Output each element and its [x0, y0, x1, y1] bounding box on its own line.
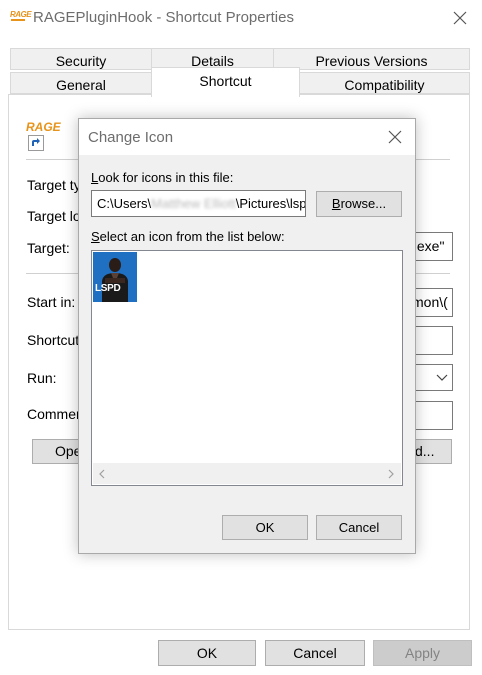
- tab-compatibility[interactable]: Compatibility: [299, 72, 470, 94]
- run-label: Run:: [27, 370, 57, 386]
- dialog-title: Change Icon: [88, 129, 174, 146]
- lspd-icon-text: LSPD: [95, 283, 121, 294]
- scroll-right-icon[interactable]: [387, 469, 395, 479]
- shortcut-icon: RAGE: [26, 120, 66, 152]
- start-in-label: Start in:: [27, 294, 76, 310]
- rage-app-icon: RAGE: [10, 9, 32, 25]
- tab-previous-versions[interactable]: Previous Versions: [273, 48, 470, 70]
- change-icon-dialog: Change Icon Look for icons in this file:…: [78, 118, 416, 554]
- browse-button[interactable]: Browse...: [316, 191, 402, 217]
- tab-shortcut[interactable]: Shortcut: [151, 67, 300, 97]
- dialog-cancel-button[interactable]: Cancel: [316, 515, 402, 540]
- icon-file-path-input[interactable]: C:\Users\Matthew Elliott\Pictures\lsp: [91, 190, 306, 217]
- comment-label: Commen: [27, 406, 84, 422]
- target-location-label: Target lo: [27, 208, 81, 224]
- shortcut-icon-text: RAGE: [26, 120, 61, 134]
- target-type-label: Target ty: [27, 177, 81, 193]
- dialog-close-icon[interactable]: [381, 123, 409, 151]
- window-titlebar: RAGE RAGEPluginHook - Shortcut Propertie…: [0, 0, 482, 36]
- rage-app-icon-text: RAGE: [10, 10, 32, 19]
- close-icon[interactable]: [446, 4, 474, 32]
- apply-button[interactable]: Apply: [373, 640, 472, 666]
- select-icon-label: Select an icon from the list below:: [91, 229, 285, 244]
- horizontal-scrollbar[interactable]: [93, 463, 401, 484]
- window-title: RAGEPluginHook - Shortcut Properties: [33, 9, 294, 26]
- icon-list[interactable]: LSPD: [91, 250, 403, 486]
- blurred-username: Matthew Elliott: [151, 196, 236, 211]
- lspd-icon[interactable]: LSPD: [93, 252, 137, 302]
- dialog-titlebar: Change Icon: [79, 119, 415, 155]
- look-for-icons-label: Look for icons in this file:: [91, 170, 234, 185]
- tab-general[interactable]: General: [10, 72, 152, 94]
- target-label: Target:: [27, 240, 70, 256]
- tab-security[interactable]: Security: [10, 48, 152, 70]
- shortcut-key-label: Shortcut: [27, 332, 80, 348]
- chevron-down-icon: [436, 374, 448, 381]
- cancel-button[interactable]: Cancel: [265, 640, 365, 666]
- open-file-location-button[interactable]: Ope: [32, 439, 82, 464]
- dialog-ok-button[interactable]: OK: [222, 515, 308, 540]
- scroll-left-icon[interactable]: [98, 469, 106, 479]
- ok-button[interactable]: OK: [158, 640, 256, 666]
